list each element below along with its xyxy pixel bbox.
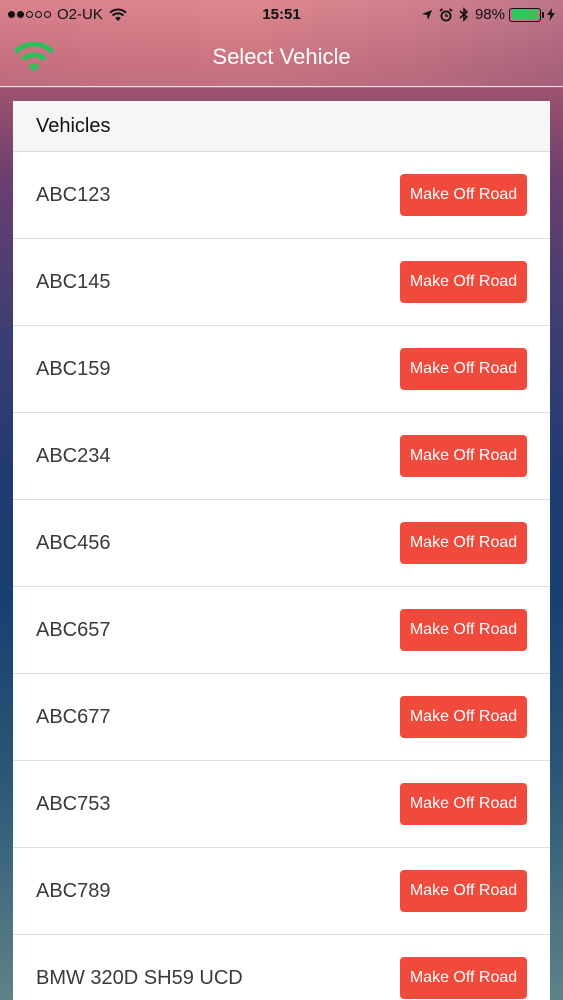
make-off-road-button[interactable]: Make Off Road	[400, 522, 527, 564]
status-bar: O2-UK 15:51 98%	[0, 0, 563, 30]
make-off-road-button[interactable]: Make Off Road	[400, 435, 527, 477]
vehicle-row[interactable]: BMW 320D SH59 UCD Make Off Road	[13, 935, 550, 1000]
battery-percent: 98%	[474, 6, 505, 23]
vehicle-row[interactable]: ABC657 Make Off Road	[13, 587, 550, 674]
vehicle-label: ABC159	[36, 357, 111, 380]
status-right: 98%	[415, 6, 555, 23]
bluetooth-icon	[459, 7, 469, 22]
nav-divider	[0, 86, 563, 87]
page-title: Select Vehicle	[212, 44, 351, 69]
vehicle-row[interactable]: ABC123 Make Off Road	[13, 152, 550, 239]
vehicle-label: ABC145	[36, 270, 111, 293]
charging-bolt-icon	[547, 8, 555, 21]
make-off-road-button[interactable]: Make Off Road	[400, 783, 527, 825]
vehicle-row[interactable]: ABC753 Make Off Road	[13, 761, 550, 848]
vehicle-label: ABC657	[36, 618, 111, 641]
vehicle-row[interactable]: ABC456 Make Off Road	[13, 500, 550, 587]
make-off-road-button[interactable]: Make Off Road	[400, 261, 527, 303]
battery-icon	[509, 7, 544, 22]
make-off-road-button[interactable]: Make Off Road	[400, 348, 527, 390]
vehicle-row[interactable]: ABC234 Make Off Road	[13, 413, 550, 500]
vehicle-list-card: Vehicles ABC123 Make Off Road ABC145 Mak…	[13, 101, 550, 1000]
vehicle-row[interactable]: ABC789 Make Off Road	[13, 848, 550, 935]
vehicle-label: ABC789	[36, 879, 111, 902]
make-off-road-button[interactable]: Make Off Road	[400, 174, 527, 216]
make-off-road-button[interactable]: Make Off Road	[400, 609, 527, 651]
make-off-road-button[interactable]: Make Off Road	[400, 870, 527, 912]
vehicle-row[interactable]: ABC159 Make Off Road	[13, 326, 550, 413]
vehicle-row[interactable]: ABC677 Make Off Road	[13, 674, 550, 761]
vehicle-label: ABC753	[36, 792, 111, 815]
vehicle-label: ABC456	[36, 531, 111, 554]
navigation-bar: Select Vehicle	[0, 30, 563, 86]
list-header: Vehicles	[13, 101, 550, 152]
location-arrow-icon	[421, 9, 433, 21]
make-off-road-button[interactable]: Make Off Road	[400, 957, 527, 999]
vehicle-label: ABC234	[36, 444, 111, 467]
vehicle-label: ABC123	[36, 183, 111, 206]
vehicle-row[interactable]: ABC145 Make Off Road	[13, 239, 550, 326]
make-off-road-button[interactable]: Make Off Road	[400, 696, 527, 738]
vehicle-label: ABC677	[36, 705, 111, 728]
alarm-icon	[439, 7, 453, 22]
vehicle-label: BMW 320D SH59 UCD	[36, 966, 243, 989]
